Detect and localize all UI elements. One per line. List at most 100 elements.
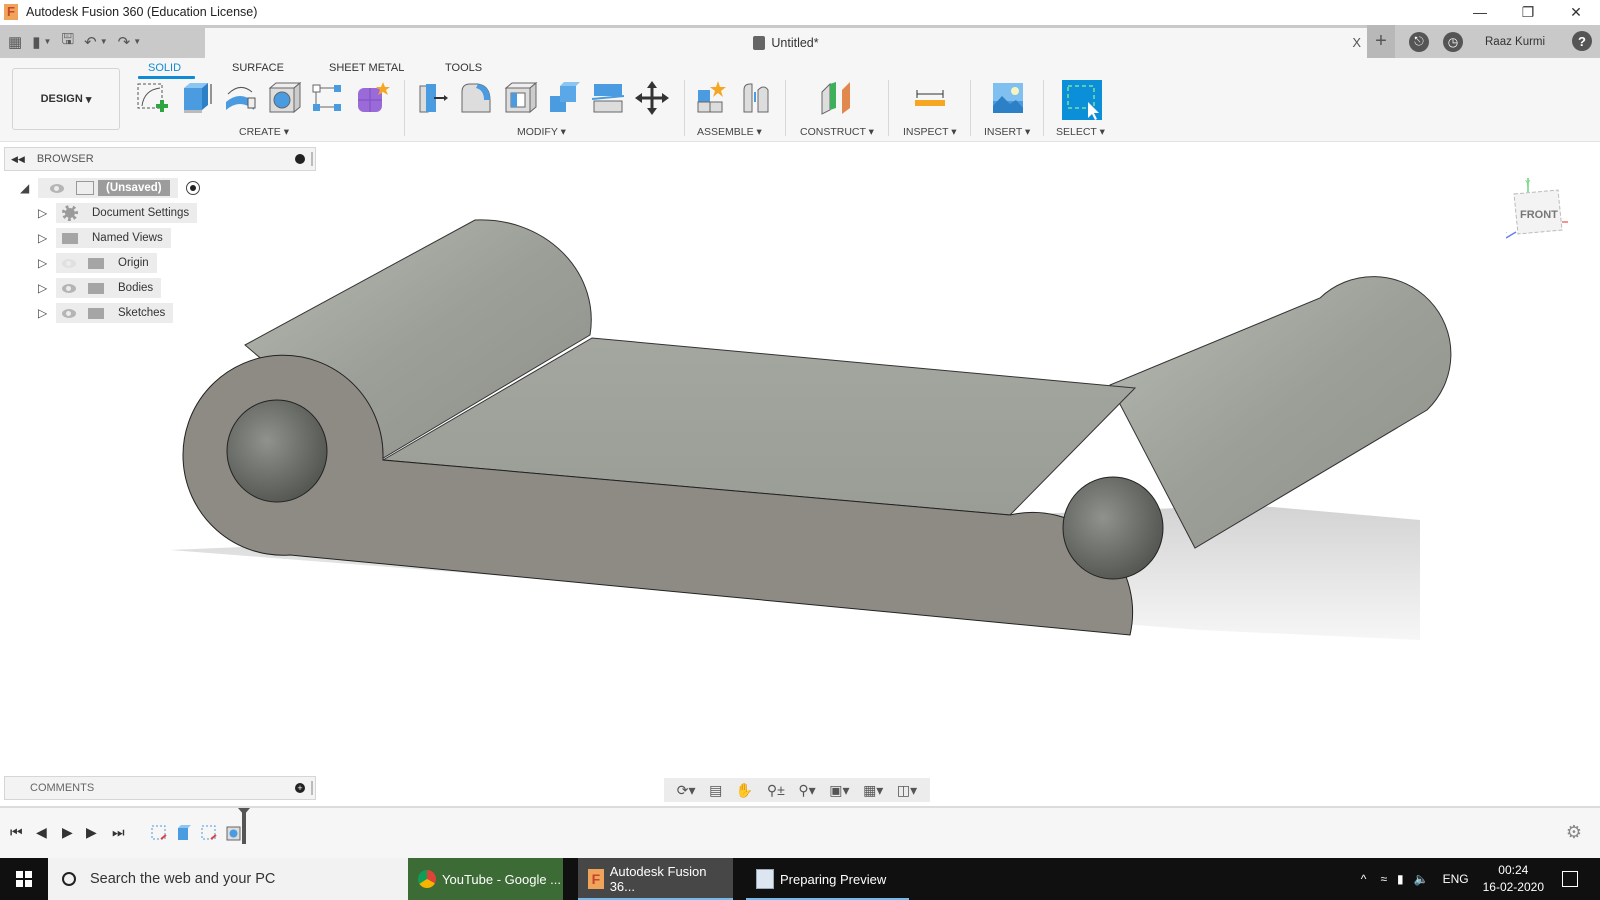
file-dropdown-icon[interactable]: ▼: [43, 37, 51, 46]
tab-surface[interactable]: SURFACE: [232, 62, 284, 74]
fit-icon[interactable]: ⚲▾: [798, 782, 815, 799]
quick-access-toolbar: ▦ ▮ ▼ 🖫 ↶ ▼ ↷ ▼: [0, 25, 205, 58]
step-back-button[interactable]: ◀: [36, 824, 47, 841]
inspect-menu[interactable]: INSPECT ▾: [903, 126, 957, 138]
viewcube-front-label[interactable]: FRONT: [1520, 209, 1558, 221]
window-title: Autodesk Fusion 360 (Education License): [26, 5, 258, 19]
start-button[interactable]: [0, 858, 48, 900]
display-settings-icon[interactable]: ▣▾: [829, 782, 849, 799]
grid-icon[interactable]: ▦▾: [863, 782, 883, 799]
comments-resize-handle[interactable]: [311, 781, 313, 795]
clock[interactable]: 00:24 16-02-2020: [1483, 862, 1544, 896]
measure-icon[interactable]: [912, 80, 948, 116]
split-body-icon[interactable]: [590, 80, 626, 116]
look-at-icon[interactable]: ▤: [709, 782, 722, 799]
z-axis-label: Z: [1506, 231, 1507, 240]
pan-icon[interactable]: ✋: [736, 782, 753, 799]
language-indicator[interactable]: ENG: [1443, 872, 1469, 886]
battery-icon[interactable]: ▮: [1397, 872, 1404, 886]
save-icon[interactable]: 🖫: [61, 29, 74, 54]
clock-date: 16-02-2020: [1482, 880, 1544, 894]
timeline-marker[interactable]: [238, 808, 250, 844]
insert-image-icon[interactable]: [990, 80, 1026, 116]
create-menu[interactable]: CREATE ▾: [239, 126, 289, 138]
new-component-icon[interactable]: [694, 80, 730, 116]
volume-icon[interactable]: 🔈: [1414, 872, 1429, 886]
orbit-icon[interactable]: ⟳▾: [677, 782, 696, 799]
redo-icon[interactable]: ↷: [118, 33, 131, 51]
fusion-logo-icon: F: [4, 4, 18, 20]
extensions-icon[interactable]: ⎋: [1409, 31, 1429, 52]
timeline-extrude-feature-icon[interactable]: [175, 824, 193, 842]
help-button[interactable]: ?: [1572, 31, 1592, 51]
select-menu[interactable]: SELECT ▾: [1056, 126, 1105, 138]
rectangular-pattern-icon[interactable]: [310, 80, 346, 116]
grid-menu-icon[interactable]: ▦: [8, 33, 22, 51]
taskbar-app-fusion[interactable]: F Autodesk Fusion 36...: [578, 858, 733, 900]
preview-icon: [756, 869, 774, 889]
navigation-toolbar: ⟳▾ ▤ ✋ ⚲± ⚲▾ ▣▾ ▦▾ ◫▾: [664, 778, 930, 802]
workspace-label: DESIGN: [40, 93, 83, 105]
offset-plane-icon[interactable]: [818, 80, 854, 116]
tab-tools[interactable]: TOOLS: [445, 62, 482, 74]
timeline-settings-gear-icon[interactable]: ⚙: [1566, 822, 1582, 843]
taskbar-app-chrome[interactable]: YouTube - Google ...: [408, 858, 563, 900]
taskbar-app-label: Autodesk Fusion 36...: [609, 864, 707, 894]
construct-label: CONSTRUCT: [800, 126, 866, 138]
add-comment-button[interactable]: +: [295, 783, 305, 793]
wifi-icon[interactable]: ≈: [1380, 872, 1387, 886]
create-form-icon[interactable]: [354, 80, 390, 116]
new-tab-button[interactable]: +: [1367, 25, 1395, 58]
extrude-icon[interactable]: [178, 80, 214, 116]
restore-button[interactable]: ❐: [1504, 0, 1552, 24]
workspace-switcher[interactable]: DESIGN ▾: [12, 68, 120, 130]
step-forward-button[interactable]: ▶: [86, 824, 97, 841]
viewcube[interactable]: Y FRONT X Z: [1506, 178, 1568, 240]
hole-icon[interactable]: [266, 80, 302, 116]
undo-icon[interactable]: ↶: [84, 33, 97, 51]
press-pull-icon[interactable]: [414, 80, 450, 116]
file-icon[interactable]: ▮: [32, 33, 40, 51]
tab-solid[interactable]: SOLID: [148, 62, 181, 74]
viewports-icon[interactable]: ◫▾: [897, 782, 917, 799]
redo-dropdown-icon[interactable]: ▼: [133, 37, 141, 46]
minimize-button[interactable]: —: [1456, 0, 1504, 24]
fusion-360-window: F Autodesk Fusion 360 (Education License…: [0, 0, 1600, 900]
user-account[interactable]: Raaz Kurmi: [1485, 36, 1545, 48]
undo-dropdown-icon[interactable]: ▼: [100, 37, 108, 46]
create-sketch-icon[interactable]: [134, 80, 170, 116]
taskbar-search-box[interactable]: Search the web and your PC: [48, 858, 408, 900]
tab-sheet-metal[interactable]: SHEET METAL: [329, 62, 404, 74]
3d-viewport[interactable]: [0, 142, 1600, 776]
play-button[interactable]: ▶: [62, 824, 73, 841]
document-tab-bar: Untitled* X + ⎋ ◷ Raaz Kurmi ?: [205, 25, 1600, 58]
fillet-icon[interactable]: [458, 80, 494, 116]
close-window-button[interactable]: ✕: [1552, 0, 1600, 24]
windows-logo-icon: [16, 871, 32, 887]
combine-icon[interactable]: [546, 80, 582, 116]
ribbon-separator: [970, 80, 971, 136]
taskbar-app-preview[interactable]: Preparing Preview: [746, 858, 909, 900]
zoom-icon[interactable]: ⚲±: [767, 782, 785, 799]
document-tab[interactable]: Untitled* X: [205, 28, 1367, 58]
move-copy-icon[interactable]: [634, 80, 670, 116]
insert-menu[interactable]: INSERT ▾: [984, 126, 1030, 138]
modify-menu[interactable]: MODIFY ▾: [517, 126, 566, 138]
close-tab-button[interactable]: X: [1352, 35, 1361, 50]
construct-menu[interactable]: CONSTRUCT ▾: [800, 126, 874, 138]
action-center-icon[interactable]: [1562, 871, 1578, 887]
joint-icon[interactable]: [738, 80, 774, 116]
job-status-icon[interactable]: ◷: [1443, 31, 1463, 52]
windows-taskbar: Search the web and your PC YouTube - Goo…: [0, 858, 1600, 900]
select-icon[interactable]: [1062, 80, 1102, 120]
go-to-end-button[interactable]: ⏭: [112, 824, 125, 841]
assemble-menu[interactable]: ASSEMBLE ▾: [697, 126, 762, 138]
timeline-sketch-feature-icon[interactable]: [150, 824, 168, 842]
show-hidden-icons-icon[interactable]: ^: [1361, 872, 1367, 886]
timeline-sketch-feature-icon[interactable]: [200, 824, 218, 842]
go-to-start-button[interactable]: ⏮: [10, 824, 23, 841]
shell-icon[interactable]: [502, 80, 538, 116]
search-icon: [62, 872, 76, 886]
revolve-icon[interactable]: [222, 80, 258, 116]
right-cylinder-surface: [1109, 276, 1452, 549]
